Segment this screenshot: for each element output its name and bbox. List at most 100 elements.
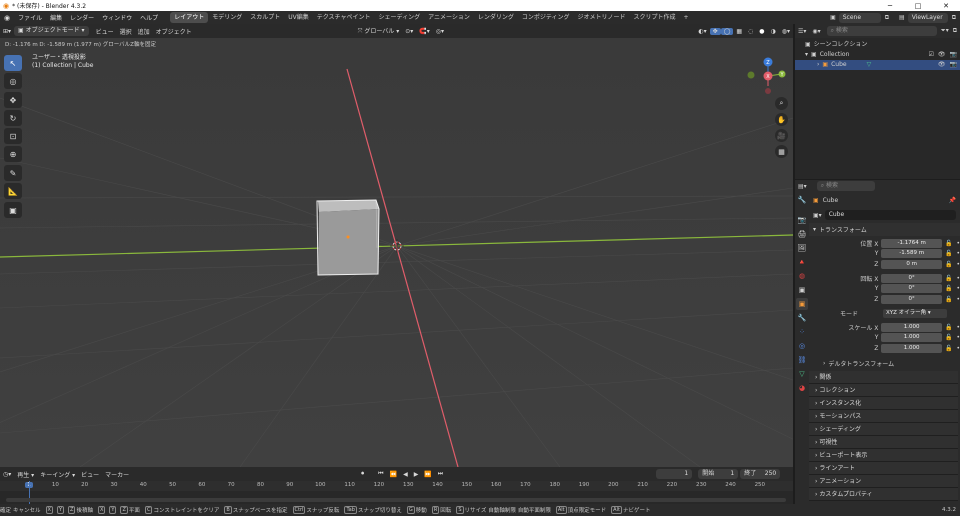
object-data-selector-icon[interactable]: ▣▾: [813, 212, 822, 219]
outliner-search-input[interactable]: ⌕ 検索: [826, 26, 937, 36]
gizmo-neg-x-axis[interactable]: [765, 88, 771, 94]
panel-collections[interactable]: › コレクション: [809, 384, 958, 397]
cube-camera-icon[interactable]: 📷: [950, 60, 957, 70]
outliner-row-scene-collection[interactable]: ▣ シーンコレクション: [795, 40, 960, 50]
collection-eye-icon[interactable]: 👁: [938, 50, 946, 60]
new-collection-icon[interactable]: ⧉: [953, 27, 957, 35]
location-x-field[interactable]: -1.1764 m: [881, 238, 942, 248]
minimize-button[interactable]: ─: [876, 2, 904, 10]
frame-ruler[interactable]: 1102030405060708090100110120130140150160…: [0, 481, 793, 491]
lock-icon[interactable]: 🔓: [945, 345, 952, 352]
properties-editor-icon[interactable]: ▤▾: [798, 183, 807, 190]
menu-playback[interactable]: 再生 ▾: [14, 470, 37, 479]
cube-object[interactable]: [316, 199, 380, 276]
menu-edit[interactable]: 編集: [46, 13, 66, 22]
object-tab-icon[interactable]: ▣: [796, 298, 808, 310]
menu-window[interactable]: ウィンドウ: [98, 13, 136, 22]
tab-rendering[interactable]: レンダリング: [474, 12, 518, 23]
orientation-selector[interactable]: ⤧ グローバル ▾: [355, 26, 403, 36]
collection-tab-icon[interactable]: ▣: [796, 284, 808, 296]
keyframe-dot-icon[interactable]: •: [956, 285, 960, 292]
rotation-y-field[interactable]: 0°: [881, 284, 942, 293]
scale-tool-icon[interactable]: ⊡: [4, 128, 22, 144]
keyframe-dot-icon[interactable]: •: [956, 324, 960, 331]
panel-motion-paths[interactable]: › モーションパス: [809, 410, 958, 423]
filter-icon[interactable]: ⏷▾: [941, 27, 949, 35]
move-tool-icon[interactable]: ✥: [4, 92, 22, 108]
menu-keying[interactable]: キーイング ▾: [37, 470, 78, 479]
panel-shading[interactable]: › シェーディング: [809, 423, 958, 436]
shading-material-icon[interactable]: ◑: [768, 28, 779, 35]
scale-z-field[interactable]: 1.000: [881, 343, 942, 353]
outliner-row-cube[interactable]: › ▣ Cube ▽ 👁 📷: [795, 60, 960, 70]
visibility-icon[interactable]: ◐▾: [695, 28, 709, 35]
panel-visibility[interactable]: › 可視性: [809, 436, 958, 449]
perspective-toggle-icon[interactable]: ▦: [775, 145, 788, 158]
panel-animation[interactable]: › アニメーション: [809, 475, 958, 488]
object-name-field[interactable]: Cube: [824, 210, 956, 220]
scene-selector[interactable]: Scene: [838, 12, 881, 23]
render-tab-icon[interactable]: 📷: [796, 214, 808, 226]
viewlayer-selector[interactable]: ViewLayer: [907, 12, 948, 23]
rotation-mode-dropdown[interactable]: XYZ オイラー角 ▾: [883, 308, 947, 318]
lock-icon[interactable]: 🔓: [945, 334, 952, 341]
lock-icon[interactable]: 🔓: [945, 240, 952, 247]
transform-tool-icon[interactable]: ⊕: [4, 146, 22, 162]
menu-help[interactable]: ヘルプ: [136, 13, 162, 22]
cursor-tool-icon[interactable]: ◎: [4, 73, 22, 89]
lock-icon[interactable]: 🔓: [945, 296, 952, 303]
prev-keyframe-icon[interactable]: ⏪: [387, 471, 400, 478]
panel-instancing[interactable]: › インスタンス化: [809, 397, 958, 410]
camera-view-icon[interactable]: 🎥: [775, 129, 788, 142]
keyframe-dot-icon[interactable]: •: [956, 261, 960, 268]
measure-tool-icon[interactable]: 📐: [4, 183, 22, 199]
scene-tab-icon[interactable]: 🔺: [796, 256, 808, 268]
shading-wireframe-icon[interactable]: ◌: [745, 28, 756, 35]
view-layer-tab-icon[interactable]: 🖼: [796, 242, 808, 254]
panel-relations[interactable]: › 関係: [809, 371, 958, 384]
location-y-field[interactable]: -1.589 m: [881, 249, 942, 258]
keyframe-dot-icon[interactable]: •: [956, 345, 960, 352]
tool-tab-icon[interactable]: 🔧: [796, 194, 808, 206]
overlay-icon[interactable]: ◯: [720, 27, 734, 35]
jump-end-icon[interactable]: ⏭: [435, 470, 446, 478]
scale-y-field[interactable]: 1.000: [881, 333, 942, 342]
display-mode-icon[interactable]: ◉▾: [812, 28, 820, 35]
xray-icon[interactable]: ▦: [733, 28, 745, 35]
tab-animation[interactable]: アニメーション: [424, 12, 474, 23]
rotate-tool-icon[interactable]: ↻: [4, 110, 22, 126]
close-button[interactable]: ✕: [932, 2, 960, 10]
3d-viewport[interactable]: Z X Y ユーザー・透視投影 (1) Collection | Cube: [0, 38, 793, 467]
lock-icon[interactable]: 🔓: [945, 275, 952, 282]
snap-icon[interactable]: 🧲▾: [416, 28, 432, 35]
physics-tab-icon[interactable]: ◎: [796, 340, 808, 352]
keyframe-dot-icon[interactable]: •: [956, 240, 960, 247]
collection-checkbox-icon[interactable]: ☑: [929, 50, 934, 60]
tab-shading[interactable]: シェーディング: [375, 12, 425, 23]
menu-view[interactable]: ビュー: [93, 27, 117, 36]
shading-rendered-icon[interactable]: ◍▾: [779, 28, 793, 35]
gizmo-toggle-icon[interactable]: ✥: [709, 27, 721, 35]
tab-texture-paint[interactable]: テクスチャペイント: [313, 12, 375, 23]
add-workspace-button[interactable]: +: [680, 12, 693, 23]
world-tab-icon[interactable]: ◍: [796, 270, 808, 282]
add-cube-tool-icon[interactable]: ▣: [4, 202, 22, 218]
menu-timeline-view[interactable]: ビュー: [78, 470, 102, 479]
scene-new-icon[interactable]: ⧉: [885, 14, 889, 22]
particles-tab-icon[interactable]: ⁘: [796, 326, 808, 338]
end-frame-field[interactable]: 終了 250: [740, 469, 781, 479]
editor-type-icon[interactable]: ⊞▾: [0, 28, 14, 35]
menu-render[interactable]: レンダー: [66, 13, 98, 22]
modifier-tab-icon[interactable]: 🔧: [796, 312, 808, 324]
menu-object[interactable]: オブジェクト: [153, 27, 195, 36]
tab-compositing[interactable]: コンポジティング: [518, 12, 574, 23]
proportional-icon[interactable]: ◎▾: [433, 28, 447, 35]
menu-marker[interactable]: マーカー: [102, 470, 132, 479]
timeline-scrollbar[interactable]: [6, 498, 786, 502]
output-tab-icon[interactable]: 🖨: [796, 228, 808, 240]
menu-add[interactable]: 追加: [135, 27, 153, 36]
blender-menu-icon[interactable]: ◉: [0, 14, 14, 22]
delta-transform-subpanel[interactable]: › デルタトランスフォーム: [809, 357, 960, 369]
keyframe-dot-icon[interactable]: •: [956, 250, 960, 257]
keyframe-dot-icon[interactable]: •: [956, 275, 960, 282]
